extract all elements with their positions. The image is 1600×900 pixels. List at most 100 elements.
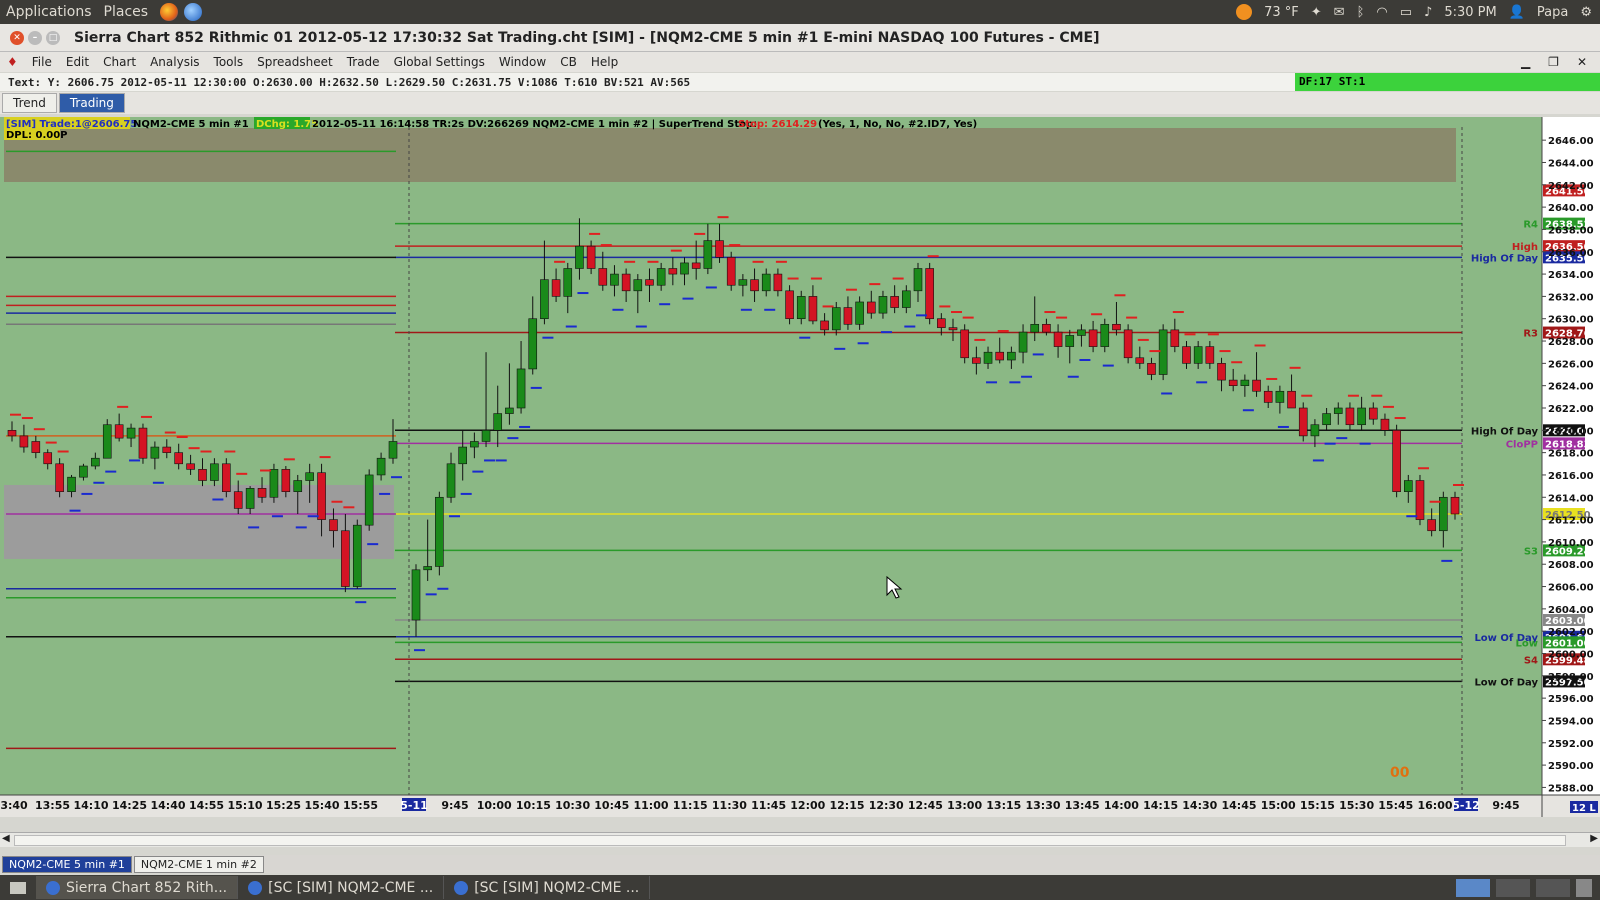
candle-body xyxy=(960,329,969,359)
weather-temp[interactable]: 73 °F xyxy=(1264,5,1299,20)
candle-body xyxy=(1252,379,1261,392)
menu-analysis[interactable]: Analysis xyxy=(143,55,206,69)
price-level-label: S3 xyxy=(1524,546,1538,557)
scroll-right-icon[interactable]: ▶ xyxy=(1590,833,1598,844)
candle-body xyxy=(575,245,584,269)
candle-body xyxy=(633,279,643,292)
settings-gear-icon[interactable]: ⚙ xyxy=(1580,5,1592,20)
volume-icon[interactable]: ♪ xyxy=(1424,5,1432,20)
candle-body xyxy=(902,290,911,308)
firefox-icon[interactable] xyxy=(160,3,179,21)
menu-global-settings[interactable]: Global Settings xyxy=(387,55,492,69)
candle-body xyxy=(1263,390,1273,403)
workspace-switcher-icon[interactable] xyxy=(1536,878,1570,897)
applications-menu[interactable]: Applications xyxy=(0,4,98,20)
x-tick-label: 5-11 xyxy=(400,799,428,812)
x-tick-label: 11:45 xyxy=(751,799,786,812)
close-icon[interactable]: ✕ xyxy=(10,30,24,45)
candle-body xyxy=(796,296,806,320)
y-tick-label: 2610.00 xyxy=(1548,538,1594,549)
candle-body xyxy=(222,463,231,492)
candle-body xyxy=(162,446,172,453)
wifi-icon[interactable]: ◠ xyxy=(1376,5,1387,20)
clock[interactable]: 5:30 PM xyxy=(1444,5,1496,20)
menu-cb[interactable]: CB xyxy=(553,55,584,69)
y-tick-label: 2628.00 xyxy=(1548,337,1594,348)
y-tick-label: 2606.00 xyxy=(1548,583,1594,594)
chartbook-tabs: Trend Trading xyxy=(0,92,1600,114)
price-level-label: S4 xyxy=(1524,655,1538,666)
menu-edit[interactable]: Edit xyxy=(59,55,96,69)
candle-body xyxy=(516,368,526,409)
candle-body xyxy=(317,472,326,520)
menu-help[interactable]: Help xyxy=(584,55,625,69)
chart-horizontal-scrollbar[interactable]: ◀ ▶ xyxy=(0,832,1600,847)
menu-spreadsheet[interactable]: Spreadsheet xyxy=(250,55,340,69)
dropbox-icon[interactable]: ✦ xyxy=(1311,5,1322,20)
y-tick-label: 2646.00 xyxy=(1548,136,1594,147)
mail-icon[interactable]: ✉ xyxy=(1334,5,1345,20)
candle-body xyxy=(855,301,864,325)
menu-chart[interactable]: Chart xyxy=(96,55,143,69)
places-menu[interactable]: Places xyxy=(98,4,155,20)
x-tick-label: 10:00 xyxy=(477,799,512,812)
show-desktop-icon[interactable] xyxy=(10,881,26,894)
x-tick-label: 15:30 xyxy=(1339,799,1374,812)
mdi-minimize-icon[interactable]: ▁ xyxy=(1514,55,1537,69)
y-tick-label: 2644.00 xyxy=(1548,158,1594,169)
y-tick-label: 2622.00 xyxy=(1548,404,1594,415)
candle-body xyxy=(1147,363,1156,375)
price-level-value: 2601.00 xyxy=(1545,638,1591,649)
price-chart[interactable]: 2641.50R4 2638.52High 2636.50High Of Day 26… xyxy=(0,117,1600,832)
minimize-icon[interactable]: – xyxy=(28,30,42,45)
candle-body xyxy=(446,463,456,498)
scroll-left-icon[interactable]: ◀ xyxy=(2,833,10,844)
candle-body xyxy=(435,496,444,567)
app-globe-icon xyxy=(454,880,469,895)
maximize-icon[interactable]: □ xyxy=(46,30,60,45)
candle-body xyxy=(91,457,100,467)
candle-body xyxy=(890,296,899,308)
thunderbird-icon[interactable] xyxy=(184,3,203,21)
candle-body xyxy=(481,430,491,442)
x-tick-label: 15:15 xyxy=(1300,799,1335,812)
candle-body xyxy=(866,301,876,314)
bluetooth-icon[interactable]: ᛒ xyxy=(1357,5,1365,20)
app-icon[interactable]: ♦ xyxy=(0,55,25,69)
mdi-close-icon[interactable]: ✕ xyxy=(1570,55,1594,69)
menu-tools[interactable]: Tools xyxy=(207,55,251,69)
x-tick-label: 10:30 xyxy=(555,799,590,812)
scrollbar-thumb[interactable] xyxy=(14,835,1566,846)
task-sc-sim-2[interactable]: [SC [SIM] NQM2-CME ... xyxy=(444,876,651,899)
y-tick-label: 2602.00 xyxy=(1548,627,1594,638)
chart-tab-1min[interactable]: NQM2-CME 1 min #2 xyxy=(133,855,264,873)
candle-body xyxy=(1077,329,1086,336)
candle-body xyxy=(831,307,841,331)
y-tick-label: 2608.00 xyxy=(1548,560,1594,571)
candle-body xyxy=(55,463,64,492)
x-tick-label: 11:30 xyxy=(712,799,747,812)
task-sc-sim-1[interactable]: [SC [SIM] NQM2-CME ... xyxy=(238,876,445,899)
user-name[interactable]: Papa xyxy=(1537,5,1568,20)
menu-file[interactable]: File xyxy=(25,55,59,69)
mdi-restore-icon[interactable]: ❐ xyxy=(1541,55,1566,69)
candle-body xyxy=(341,530,350,587)
battery-icon[interactable]: ▭ xyxy=(1400,5,1412,20)
menu-window[interactable]: Window xyxy=(492,55,553,69)
workspace-switcher-icon[interactable] xyxy=(1496,878,1530,897)
candle-body xyxy=(388,441,398,459)
trash-icon[interactable] xyxy=(1576,878,1592,897)
y-tick-label: 2626.00 xyxy=(1548,359,1594,370)
candle-body xyxy=(1322,413,1331,426)
x-tick-label: 14:40 xyxy=(150,799,185,812)
menu-trade[interactable]: Trade xyxy=(340,55,387,69)
chart-tab-5min[interactable]: NQM2-CME 5 min #1 xyxy=(2,855,132,873)
candle-body xyxy=(1333,407,1343,414)
candle-body xyxy=(1298,407,1308,437)
workspace-switcher-icon[interactable] xyxy=(1456,878,1490,897)
x-tick-label: 13:45 xyxy=(1065,799,1100,812)
tab-trading[interactable]: Trading xyxy=(58,93,125,113)
task-sierra-chart[interactable]: Sierra Chart 852 Rith... xyxy=(36,876,239,899)
candle-body xyxy=(1380,418,1390,431)
tab-trend[interactable]: Trend xyxy=(2,93,57,113)
